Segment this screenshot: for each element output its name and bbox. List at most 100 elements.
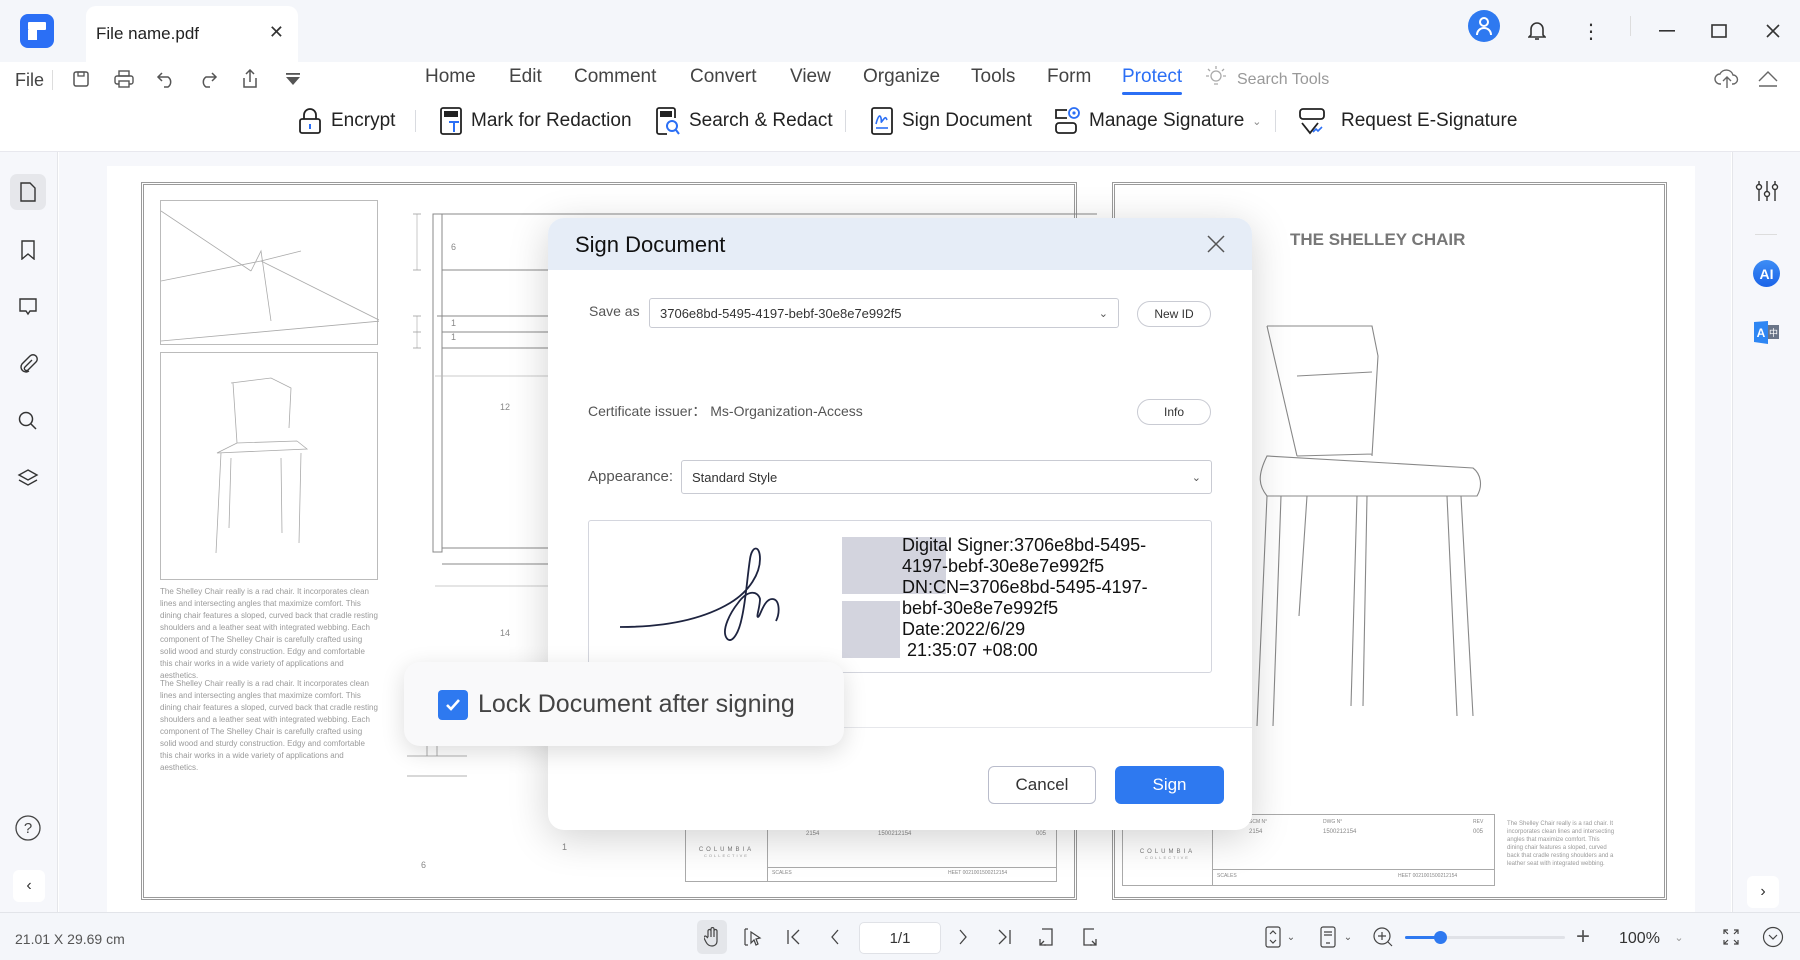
maximize-icon[interactable] <box>1702 14 1736 48</box>
mark-for-redaction-button[interactable]: Mark for Redaction <box>439 106 632 136</box>
app-logo[interactable] <box>20 14 54 48</box>
chevron-down-icon: ⌄ <box>1098 308 1108 320</box>
user-avatar[interactable] <box>1468 10 1500 42</box>
undo-icon[interactable] <box>155 68 177 90</box>
first-page-icon[interactable] <box>781 924 807 950</box>
certificate-issuer-label: Certificate issuer： <box>588 403 707 419</box>
new-id-button[interactable]: New ID <box>1137 301 1211 327</box>
save-icon[interactable] <box>70 68 92 90</box>
info-button[interactable]: Info <box>1137 399 1211 425</box>
brand-sub: COLLECTIVE <box>1145 855 1190 860</box>
share-icon[interactable] <box>239 68 261 90</box>
expand-right-button[interactable]: › <box>1747 876 1779 908</box>
perspective-view <box>160 200 382 345</box>
ai-assistant-icon[interactable]: AI <box>1753 260 1780 287</box>
zoom-in-icon[interactable]: + <box>1570 923 1596 950</box>
chevron-down-icon[interactable]: ⌄ <box>1672 924 1686 950</box>
properties-icon[interactable] <box>1755 180 1779 207</box>
brand-sub: COLLECTIVE <box>704 853 749 858</box>
chevron-down-icon[interactable]: ⌄ <box>1341 924 1355 950</box>
chevron-down-icon[interactable]: ⌄ <box>1284 924 1298 950</box>
pages-icon[interactable] <box>10 174 46 210</box>
tab-tools[interactable]: Tools <box>971 66 1015 88</box>
sign-document-label: Sign Document <box>902 110 1032 131</box>
scm-value: 2154 <box>806 831 820 837</box>
chevron-down-icon[interactable]: ⌄ <box>1252 115 1261 128</box>
encrypt-button[interactable]: Encrypt <box>297 106 395 136</box>
chair-drawing <box>1256 325 1482 727</box>
select-tool-icon[interactable] <box>740 924 766 950</box>
tab-edit[interactable]: Edit <box>509 66 542 88</box>
dialog-title: Sign Document <box>575 232 726 257</box>
search-redact-button[interactable]: Search & Redact <box>655 106 833 136</box>
window-close-icon[interactable] <box>1756 14 1790 48</box>
search-icon[interactable] <box>10 403 46 439</box>
tab-protect[interactable]: Protect <box>1122 66 1183 95</box>
save-as-label: Save as <box>589 303 640 319</box>
close-icon[interactable] <box>1206 234 1228 256</box>
svg-text:A: A <box>1757 326 1766 340</box>
page-view-icon[interactable] <box>1315 924 1341 950</box>
dimension-label: 1 <box>451 318 457 328</box>
cancel-button[interactable]: Cancel <box>988 766 1096 804</box>
previous-page-icon[interactable] <box>822 924 848 950</box>
minimize-icon[interactable] <box>1650 14 1684 48</box>
hand-tool-icon[interactable] <box>697 920 727 954</box>
more-icon[interactable]: ⋮ <box>1574 14 1608 48</box>
tab-convert[interactable]: Convert <box>690 66 757 88</box>
page-number-input[interactable]: 1/1 <box>859 922 941 954</box>
redo-icon[interactable] <box>197 68 219 90</box>
zoom-level[interactable]: 100% <box>1619 930 1660 948</box>
comment-icon[interactable] <box>10 289 46 325</box>
save-as-select[interactable]: 3706e8bd-5495-4197-bebf-30e8e7e992f5 ⌄ <box>649 298 1119 328</box>
request-esignature-label: Request E-Signature <box>1341 110 1518 131</box>
lock-icon <box>299 108 321 134</box>
print-icon[interactable] <box>113 68 135 90</box>
collapse-left-button[interactable]: ‹ <box>13 870 45 902</box>
request-esignature-button[interactable]: Request E-Signature <box>1297 106 1517 136</box>
divider <box>415 110 416 132</box>
bell-icon[interactable] <box>1520 14 1554 48</box>
translate-icon[interactable]: A中 <box>1753 320 1781 344</box>
rotate-left-icon[interactable] <box>1033 924 1059 950</box>
appearance-label: Appearance: <box>588 468 674 485</box>
more-options-icon[interactable] <box>1760 924 1786 950</box>
zoom-slider[interactable] <box>1405 931 1565 944</box>
search-redact-icon <box>656 107 680 135</box>
close-icon[interactable]: ✕ <box>269 22 284 43</box>
rotate-right-icon[interactable] <box>1077 924 1103 950</box>
description-paragraph: The Shelley Chair really is a rad chair.… <box>160 587 378 680</box>
zoom-out-icon[interactable] <box>1370 924 1396 950</box>
sign-document-button[interactable]: Sign Document <box>870 106 1032 136</box>
lock-document-checkbox[interactable] <box>438 690 468 720</box>
last-page-icon[interactable] <box>991 924 1017 950</box>
rev-label: REV <box>1473 819 1484 825</box>
lock-document-label[interactable]: Lock Document after signing <box>478 690 795 719</box>
cloud-upload-icon[interactable] <box>1714 66 1740 92</box>
bookmark-icon[interactable] <box>10 232 46 268</box>
tab-organize[interactable]: Organize <box>863 66 940 88</box>
fullscreen-icon[interactable] <box>1718 924 1744 950</box>
tab-home[interactable]: Home <box>425 66 476 88</box>
file-menu[interactable]: File <box>15 70 44 91</box>
tab-form[interactable]: Form <box>1047 66 1091 88</box>
help-icon[interactable]: ? <box>10 810 46 846</box>
sign-button[interactable]: Sign <box>1115 766 1224 804</box>
appearance-select[interactable]: Standard Style ⌄ <box>681 460 1212 494</box>
tab-comment[interactable]: Comment <box>574 66 656 88</box>
dwg-label: DWG N° <box>1323 819 1343 825</box>
customize-icon[interactable] <box>282 68 304 90</box>
left-sidebar: ? ‹ <box>0 152 58 912</box>
manage-signature-button[interactable]: Manage Signature ⌄ <box>1053 106 1262 136</box>
collapse-ribbon-icon[interactable] <box>1756 68 1782 90</box>
attachment-icon[interactable] <box>10 346 46 382</box>
next-page-icon[interactable] <box>950 924 976 950</box>
sheet-value: HEET 0021001500212154 <box>948 870 1008 876</box>
tab-view[interactable]: View <box>790 66 831 88</box>
layers-icon[interactable] <box>10 460 46 496</box>
certificate-issuer-value: Ms-Organization-Access <box>710 403 863 419</box>
title-bar: File name.pdf ✕ ⋮ <box>0 0 1800 62</box>
page-layout-icon[interactable] <box>1260 924 1286 950</box>
document-tab[interactable]: File name.pdf ✕ <box>86 6 298 62</box>
search-tools-input[interactable]: Search Tools <box>1237 71 1329 89</box>
